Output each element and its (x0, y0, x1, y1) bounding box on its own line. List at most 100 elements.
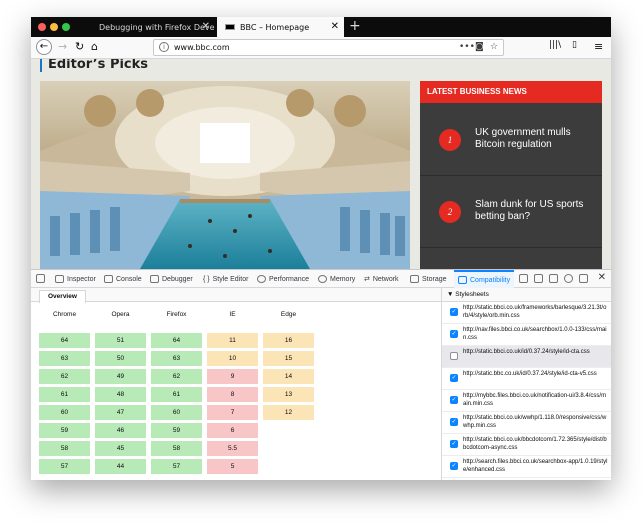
browser-version-cell[interactable]: 10 (207, 351, 258, 366)
stylesheet-checkbox[interactable]: ✓ (450, 462, 458, 470)
browser-version-cell[interactable]: 14 (263, 369, 314, 384)
bookmark-star-icon[interactable]: ☆ (490, 42, 498, 52)
browser-version-cell[interactable]: 8 (207, 387, 258, 402)
stylesheet-item[interactable]: ✓ http://static.bbc.co.uk/id/0.37.24/styl… (442, 368, 611, 390)
browser-version-cell[interactable]: 64 (39, 333, 90, 348)
page-actions-icon[interactable]: ••• (459, 42, 475, 52)
tab-memory[interactable]: Memory (318, 270, 355, 288)
browser-version-cell[interactable]: 64 (151, 333, 202, 348)
stylesheet-checkbox[interactable]: ✓ (450, 396, 458, 404)
tab-network[interactable]: ⇄ Network (364, 270, 399, 288)
stylesheet-checkbox[interactable]: ✓ (450, 308, 458, 316)
story-headline[interactable]: UK government mulls Bitcoin regulation (475, 127, 595, 151)
browser-version-cell[interactable]: 61 (151, 387, 202, 402)
forward-arrow-icon[interactable]: → (58, 40, 67, 53)
stylesheet-item[interactable]: ✓ http://static.bbci.co.uk/frameworks/bar… (442, 302, 611, 324)
close-tab-icon[interactable]: ✕ (202, 21, 210, 32)
screenshot-icon[interactable] (549, 274, 558, 283)
new-tab-icon[interactable]: + (349, 18, 361, 34)
browser-version-cell[interactable]: 59 (151, 423, 202, 438)
stylesheets-header[interactable]: ▼ Stylesheets (442, 288, 611, 302)
tab-style-editor[interactable]: { } Style Editor (203, 270, 248, 288)
reload-icon[interactable]: ↻ (75, 40, 84, 53)
stylesheet-url[interactable]: http://search.files.bbci.co.uk/searchbox… (463, 458, 608, 474)
browser-version-cell[interactable]: 46 (95, 423, 146, 438)
browser-version-cell[interactable]: 5.5 (207, 441, 258, 456)
browser-version-cell[interactable]: 49 (95, 369, 146, 384)
tab-debugger[interactable]: Debugger (150, 270, 193, 288)
split-console-icon[interactable] (519, 274, 528, 283)
browser-version-cell[interactable]: 60 (39, 405, 90, 420)
browser-version-cell[interactable]: 11 (207, 333, 258, 348)
browser-version-cell[interactable]: 58 (39, 441, 90, 456)
browser-version-cell[interactable]: 58 (151, 441, 202, 456)
stylesheet-url[interactable]: http://static.bbci.co.uk/bbcdotcom/1.72.… (463, 436, 608, 452)
close-devtools-icon[interactable]: ✕ (598, 272, 606, 283)
news-story[interactable]: 1 UK government mulls Bitcoin regulation (420, 105, 602, 173)
browser-version-cell[interactable]: 63 (151, 351, 202, 366)
stylesheet-url[interactable]: http://static.bbc.co.uk/id/0.37.24/style… (463, 370, 608, 378)
browser-version-cell[interactable]: 62 (151, 369, 202, 384)
browser-version-cell[interactable]: 50 (95, 351, 146, 366)
browser-version-cell[interactable]: 51 (95, 333, 146, 348)
url-bar[interactable]: i www.bbc.com ••• ◙ ☆ (153, 39, 504, 56)
tab-bbc-homepage[interactable]: BBC – Homepage ✕ (217, 17, 344, 37)
stylesheet-checkbox[interactable]: ✓ (450, 440, 458, 448)
stylesheet-url[interactable]: http://static.bbci.co.uk/wwhp/1.118.0/re… (463, 414, 608, 430)
stylesheet-url[interactable]: http://mybbc.files.bbci.co.uk/notificati… (463, 392, 608, 408)
stylesheet-url[interactable]: http://static.bbci.co.uk/id/0.37.24/styl… (463, 348, 608, 356)
browser-version-cell[interactable]: 62 (39, 369, 90, 384)
stylesheet-item[interactable]: ✓ http://static.bbci.co.uk/bbcdotcom/1.72… (442, 434, 611, 456)
browser-version-cell[interactable]: 15 (263, 351, 314, 366)
stylesheet-item[interactable]: ✓ http://search.files.bbci.co.uk/searchbo… (442, 456, 611, 478)
stylesheet-checkbox[interactable] (450, 352, 458, 360)
browser-version-cell[interactable]: 13 (263, 387, 314, 402)
stylesheet-checkbox[interactable]: ✓ (450, 330, 458, 338)
dock-icon[interactable] (579, 274, 588, 283)
tab-compatibility[interactable]: Compatibility (454, 270, 515, 288)
browser-version-cell[interactable]: 6 (207, 423, 258, 438)
back-arrow-icon[interactable]: ← (36, 39, 52, 55)
browser-version-cell[interactable]: 44 (95, 459, 146, 474)
stylesheet-url[interactable]: http://static.bbci.co.uk/frameworks/barl… (463, 304, 608, 320)
stylesheet-checkbox[interactable]: ✓ (450, 374, 458, 382)
home-icon[interactable]: ⌂ (91, 40, 98, 53)
hamburger-menu-icon[interactable]: ≡ (594, 40, 603, 53)
browser-version-cell[interactable]: 63 (39, 351, 90, 366)
browser-version-cell[interactable]: 59 (39, 423, 90, 438)
browser-version-cell[interactable]: 57 (39, 459, 90, 474)
browser-version-cell[interactable]: 60 (151, 405, 202, 420)
browser-version-cell[interactable]: 7 (207, 405, 258, 420)
browser-version-cell[interactable]: 61 (39, 387, 90, 402)
element-picker-icon[interactable] (36, 274, 45, 283)
tab-console[interactable]: Console (104, 270, 142, 288)
browser-version-cell[interactable]: 5 (207, 459, 258, 474)
close-tab-icon[interactable]: ✕ (331, 21, 339, 32)
settings-gear-icon[interactable] (564, 274, 573, 283)
tab-storage[interactable]: Storage (410, 270, 447, 288)
story-headline[interactable]: Slam dunk for US sports betting ban? (475, 199, 595, 223)
tab-performance[interactable]: Performance (257, 270, 309, 288)
info-icon[interactable]: i (159, 42, 169, 52)
stylesheet-item[interactable]: ✓ http://static.bbci.co.uk/wwhp/1.118.0/r… (442, 412, 611, 434)
news-story[interactable]: 2 Slam dunk for US sports betting ban? (420, 177, 602, 245)
browser-version-cell[interactable]: 9 (207, 369, 258, 384)
library-icon[interactable]: |||\ (549, 40, 561, 50)
responsive-mode-icon[interactable] (534, 274, 543, 283)
browser-version-cell[interactable]: 48 (95, 387, 146, 402)
close-window-button[interactable] (38, 23, 46, 31)
browser-version-cell[interactable]: 57 (151, 459, 202, 474)
sidebar-icon[interactable]: ▯ (572, 40, 577, 50)
browser-version-cell[interactable]: 45 (95, 441, 146, 456)
browser-version-cell[interactable]: 16 (263, 333, 314, 348)
tab-overview[interactable]: Overview (39, 290, 86, 303)
stylesheet-checkbox[interactable]: ✓ (450, 418, 458, 426)
browser-version-cell[interactable]: 12 (263, 405, 314, 420)
stylesheet-item[interactable]: http://static.bbci.co.uk/id/0.37.24/styl… (442, 346, 611, 368)
swimming-pool-photo[interactable] (40, 81, 410, 269)
minimize-window-button[interactable] (50, 23, 58, 31)
tab-inspector[interactable]: Inspector (55, 270, 96, 288)
stylesheet-item[interactable]: ✓ http://mybbc.files.bbci.co.uk/notificat… (442, 390, 611, 412)
browser-version-cell[interactable]: 47 (95, 405, 146, 420)
stylesheet-item[interactable]: ✓ http://nav.files.bbci.co.uk/searchbox/1… (442, 324, 611, 346)
